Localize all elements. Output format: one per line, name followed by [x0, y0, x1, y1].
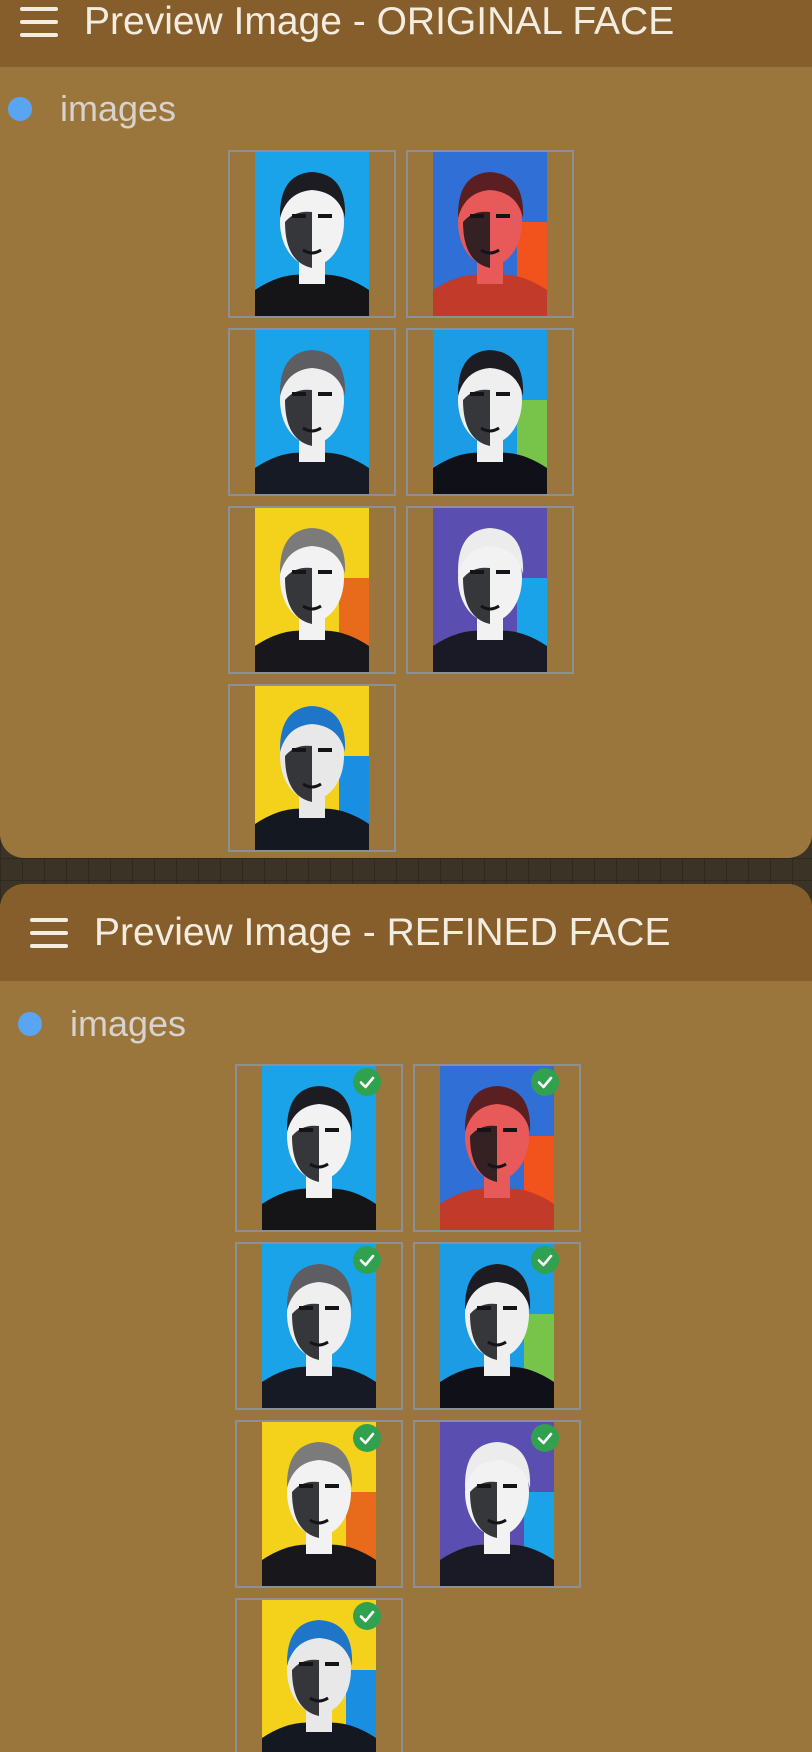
- image-thumbnail[interactable]: [413, 1064, 581, 1232]
- slot-label: images: [70, 1003, 187, 1044]
- node-title: Preview Image - ORIGINAL FACE: [84, 0, 675, 43]
- image-grid: [235, 1064, 581, 1752]
- output-slot-images[interactable]: images: [8, 88, 176, 130]
- menu-icon[interactable]: [30, 917, 68, 948]
- portrait-image: [433, 330, 547, 494]
- checkmark-icon: [353, 1602, 381, 1630]
- portrait-image: [433, 508, 547, 672]
- image-thumbnail[interactable]: [413, 1242, 581, 1410]
- node-header[interactable]: Preview Image - ORIGINAL FACE: [0, 0, 812, 67]
- image-thumbnail[interactable]: [235, 1598, 403, 1752]
- preview-node-original[interactable]: Preview Image - ORIGINAL FACE images: [0, 0, 812, 858]
- image-thumbnail[interactable]: [406, 328, 574, 496]
- portrait-image: [255, 686, 369, 850]
- node-title: Preview Image - REFINED FACE: [94, 910, 671, 954]
- image-thumbnail[interactable]: [235, 1064, 403, 1232]
- image-thumbnail[interactable]: [406, 150, 574, 318]
- portrait-image: [255, 152, 369, 316]
- menu-icon[interactable]: [20, 6, 58, 37]
- checkmark-icon: [531, 1068, 559, 1096]
- image-thumbnail[interactable]: [413, 1420, 581, 1588]
- image-thumbnail[interactable]: [228, 328, 396, 496]
- image-thumbnail[interactable]: [228, 684, 396, 852]
- checkmark-icon: [353, 1068, 381, 1096]
- checkmark-icon: [531, 1246, 559, 1274]
- portrait-image: [255, 508, 369, 672]
- slot-dot-icon[interactable]: [8, 97, 32, 121]
- portrait-image: [433, 152, 547, 316]
- checkmark-icon: [353, 1246, 381, 1274]
- node-header[interactable]: Preview Image - REFINED FACE: [0, 884, 812, 981]
- image-thumbnail[interactable]: [228, 506, 396, 674]
- image-thumbnail[interactable]: [235, 1242, 403, 1410]
- slot-label: images: [60, 88, 177, 129]
- image-thumbnail[interactable]: [228, 150, 396, 318]
- image-thumbnail[interactable]: [406, 506, 574, 674]
- slot-dot-icon[interactable]: [18, 1012, 42, 1036]
- portrait-image: [255, 330, 369, 494]
- output-slot-images[interactable]: images: [18, 1003, 186, 1045]
- preview-node-refined[interactable]: Preview Image - REFINED FACE images: [0, 884, 812, 1752]
- checkmark-icon: [353, 1424, 381, 1452]
- checkmark-icon: [531, 1424, 559, 1452]
- image-grid: [228, 150, 574, 852]
- image-thumbnail[interactable]: [235, 1420, 403, 1588]
